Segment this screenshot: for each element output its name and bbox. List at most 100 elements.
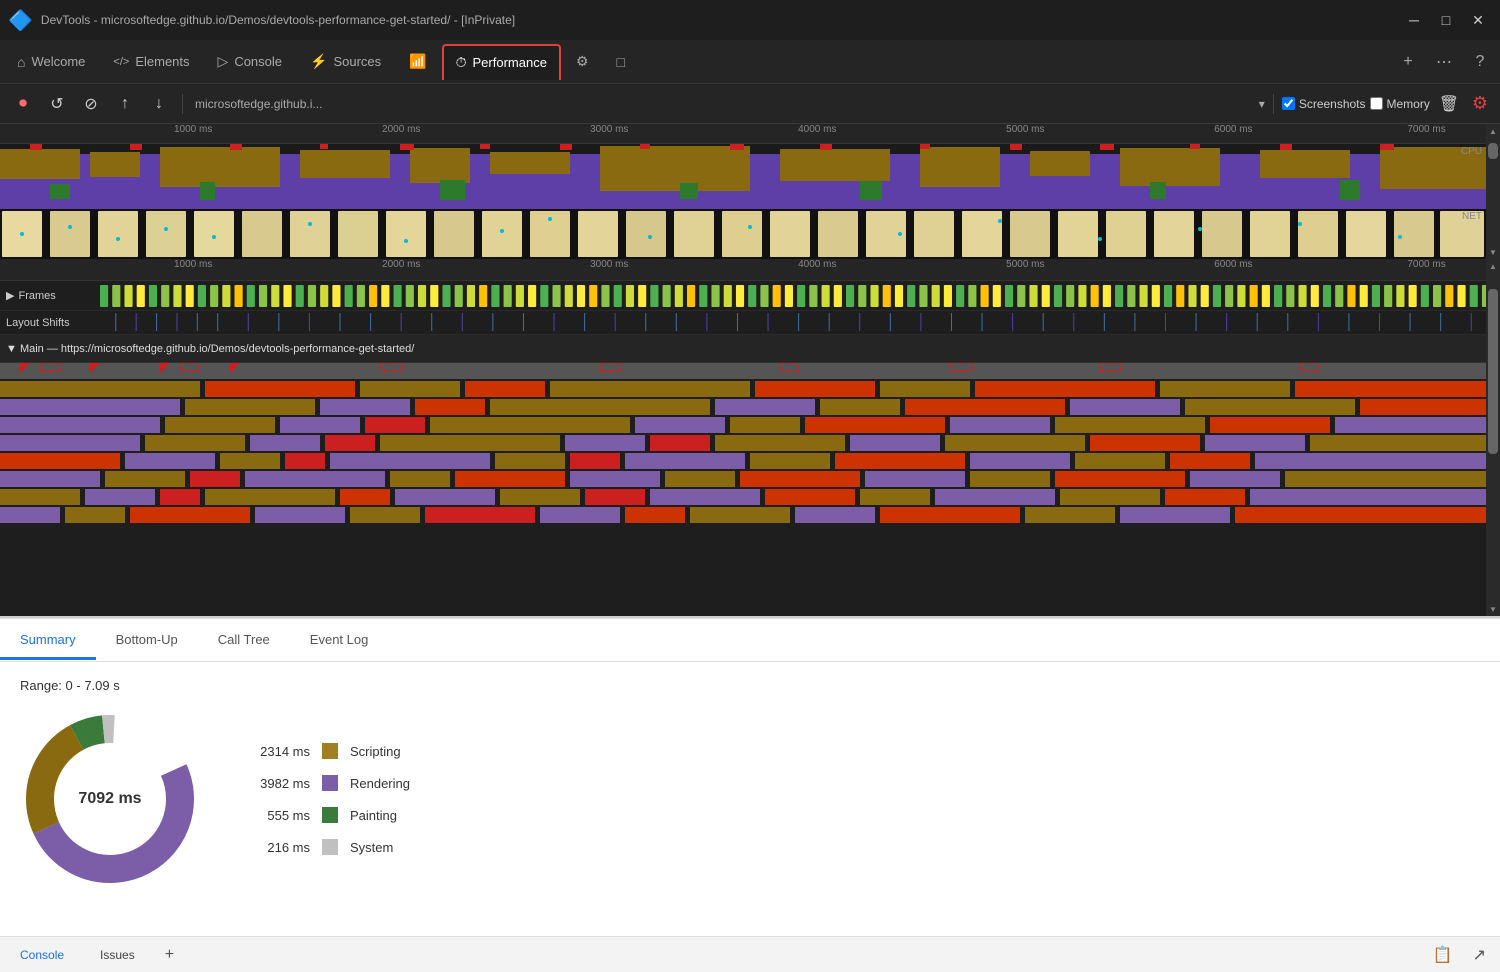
scrollbar-down-arrow[interactable]: ▼: [1486, 245, 1500, 259]
ruler2-tick-1000: 1000 ms: [174, 259, 212, 270]
toolbar: ⏺ ↺ ⊘ ↑ ↓ microsoftedge.github.i... ▾ Sc…: [0, 84, 1500, 124]
network-icon: 📶: [409, 53, 426, 70]
welcome-icon: ⌂: [17, 54, 25, 70]
refresh-button[interactable]: ↺: [42, 89, 72, 119]
trash-button[interactable]: 🗑: [1434, 89, 1464, 119]
system-label: System: [350, 840, 393, 855]
main-thread-label: ▼ Main — https://microsoftedge.github.io…: [6, 343, 414, 355]
tab-call-tree[interactable]: Call Tree: [198, 622, 290, 660]
overview-scrollbar[interactable]: ▲ ▼: [1486, 124, 1500, 259]
scrollbar-up-arrow[interactable]: ▲: [1486, 124, 1500, 138]
title-bar: 🔷 DevTools - microsoftedge.github.io/Dem…: [0, 0, 1500, 40]
painting-swatch: [322, 807, 338, 823]
cpu-label: CPU: [1461, 146, 1482, 157]
ruler-tick-2000: 2000 ms: [382, 124, 420, 135]
legend-scripting: 2314 ms Scripting: [240, 743, 410, 759]
screenshots-label: Screenshots: [1299, 97, 1366, 111]
tab-bottom-up[interactable]: Bottom-Up: [96, 622, 198, 660]
tab-elements-label: Elements: [135, 54, 189, 69]
painting-value: 555 ms: [240, 808, 310, 823]
tab-welcome[interactable]: ⌂ Welcome: [4, 44, 98, 80]
main-scrollbar-track: [1486, 273, 1500, 602]
minimize-button[interactable]: ─: [1400, 6, 1428, 34]
status-right-buttons: 📋 ↗: [1427, 941, 1492, 969]
tab-sources[interactable]: ⚡ Sources: [297, 44, 394, 80]
painting-label: Painting: [350, 808, 397, 823]
system-swatch: [322, 839, 338, 855]
upload-button[interactable]: ↑: [110, 89, 140, 119]
tab-console-label: Console: [234, 54, 282, 69]
tab-performance[interactable]: ⏱ Performance: [442, 44, 561, 80]
ruler2-tick-4000: 4000 ms: [798, 259, 836, 270]
ruler-tick-5000: 5000 ms: [1006, 124, 1044, 135]
status-tab-console[interactable]: Console: [8, 944, 76, 966]
frames-label[interactable]: ▶ Frames: [0, 289, 100, 302]
cpu-chart: CPU: [0, 144, 1500, 209]
main-scrollbar-down[interactable]: ▼: [1486, 602, 1500, 616]
main-scrollbar-thumb[interactable]: [1488, 289, 1498, 454]
frames-expand-icon[interactable]: ▶: [6, 289, 14, 302]
performance-icon: ⏱: [456, 54, 467, 71]
status-add-button[interactable]: +: [159, 944, 180, 966]
frames-svg: [100, 283, 1486, 309]
settings-red-button[interactable]: ⚙: [1468, 89, 1492, 118]
cpu-chart-svg: [0, 144, 1486, 209]
scripting-label: Scripting: [350, 744, 401, 759]
main-scrollbar[interactable]: ▲ ▼: [1486, 259, 1500, 616]
screenshots-checkbox[interactable]: [1282, 97, 1295, 110]
window-title: DevTools - microsoftedge.github.io/Demos…: [41, 13, 1392, 27]
summary-legend: 2314 ms Scripting 3982 ms Rendering 555 …: [240, 743, 410, 855]
net-label: NET: [1462, 211, 1482, 222]
devtools-dock-button[interactable]: 📋: [1427, 941, 1459, 969]
tab-extra-buttons: + ⋯ ?: [1392, 46, 1496, 78]
tab-elements[interactable]: </> Elements: [100, 44, 202, 80]
tab-storage[interactable]: □: [604, 44, 638, 80]
screenshots-checkbox-group[interactable]: Screenshots: [1282, 97, 1366, 111]
help-button[interactable]: ?: [1464, 46, 1496, 78]
ruler-tick-4000: 4000 ms: [798, 124, 836, 135]
tab-network[interactable]: 📶: [396, 44, 439, 80]
url-display: microsoftedge.github.i...: [191, 93, 1255, 115]
tab-call-tree-label: Call Tree: [218, 632, 270, 647]
record-button[interactable]: ⏺: [8, 89, 38, 119]
range-text: Range: 0 - 7.09 s: [20, 678, 1480, 693]
timeline-ruler-main: 1000 ms 2000 ms 3000 ms 4000 ms 5000 ms …: [0, 259, 1500, 281]
clear-button[interactable]: ⊘: [76, 89, 106, 119]
close-button[interactable]: ✕: [1464, 6, 1492, 34]
layout-shifts-label: Layout Shifts: [0, 317, 100, 329]
download-button[interactable]: ↓: [144, 89, 174, 119]
detach-button[interactable]: ↗: [1467, 941, 1492, 969]
ruler2-tick-6000: 6000 ms: [1214, 259, 1252, 270]
main-scrollbar-up[interactable]: ▲: [1486, 259, 1500, 273]
frames-content: [100, 281, 1486, 310]
bottom-tabs: Summary Bottom-Up Call Tree Event Log: [0, 618, 1500, 662]
donut-center-value: 7092 ms: [78, 790, 141, 808]
tab-summary[interactable]: Summary: [0, 622, 96, 660]
scripting-swatch: [322, 743, 338, 759]
toolbar-separator: [182, 94, 183, 114]
elements-icon: </>: [113, 56, 129, 68]
tab-settings[interactable]: ⚙: [563, 44, 602, 80]
tab-console[interactable]: ▷ Console: [205, 44, 295, 80]
devtools-window: 🔷 DevTools - microsoftedge.github.io/Dem…: [0, 0, 1500, 972]
memory-checkbox-group[interactable]: Memory: [1370, 97, 1430, 111]
storage-icon: □: [617, 54, 625, 70]
ruler-tick-3000: 3000 ms: [590, 124, 628, 135]
ruler2-tick-3000: 3000 ms: [590, 259, 628, 270]
maximize-button[interactable]: □: [1432, 6, 1460, 34]
net-chart-svg: [0, 209, 1486, 259]
tab-event-log[interactable]: Event Log: [290, 622, 389, 660]
ruler2-tick-2000: 2000 ms: [382, 259, 420, 270]
frames-row: ▶ Frames: [0, 281, 1500, 311]
layout-shifts-row: Layout Shifts: [0, 311, 1500, 335]
add-tab-button[interactable]: +: [1392, 46, 1424, 78]
scrollbar-thumb[interactable]: [1488, 143, 1498, 159]
tab-bottom-up-label: Bottom-Up: [116, 632, 178, 647]
memory-checkbox[interactable]: [1370, 97, 1383, 110]
rendering-swatch: [322, 775, 338, 791]
status-tab-issues[interactable]: Issues: [88, 944, 147, 966]
tab-welcome-label: Welcome: [31, 54, 85, 69]
flame-chart-area: [0, 363, 1500, 528]
more-tabs-button[interactable]: ⋯: [1428, 46, 1460, 78]
url-dropdown-icon[interactable]: ▾: [1259, 97, 1265, 111]
